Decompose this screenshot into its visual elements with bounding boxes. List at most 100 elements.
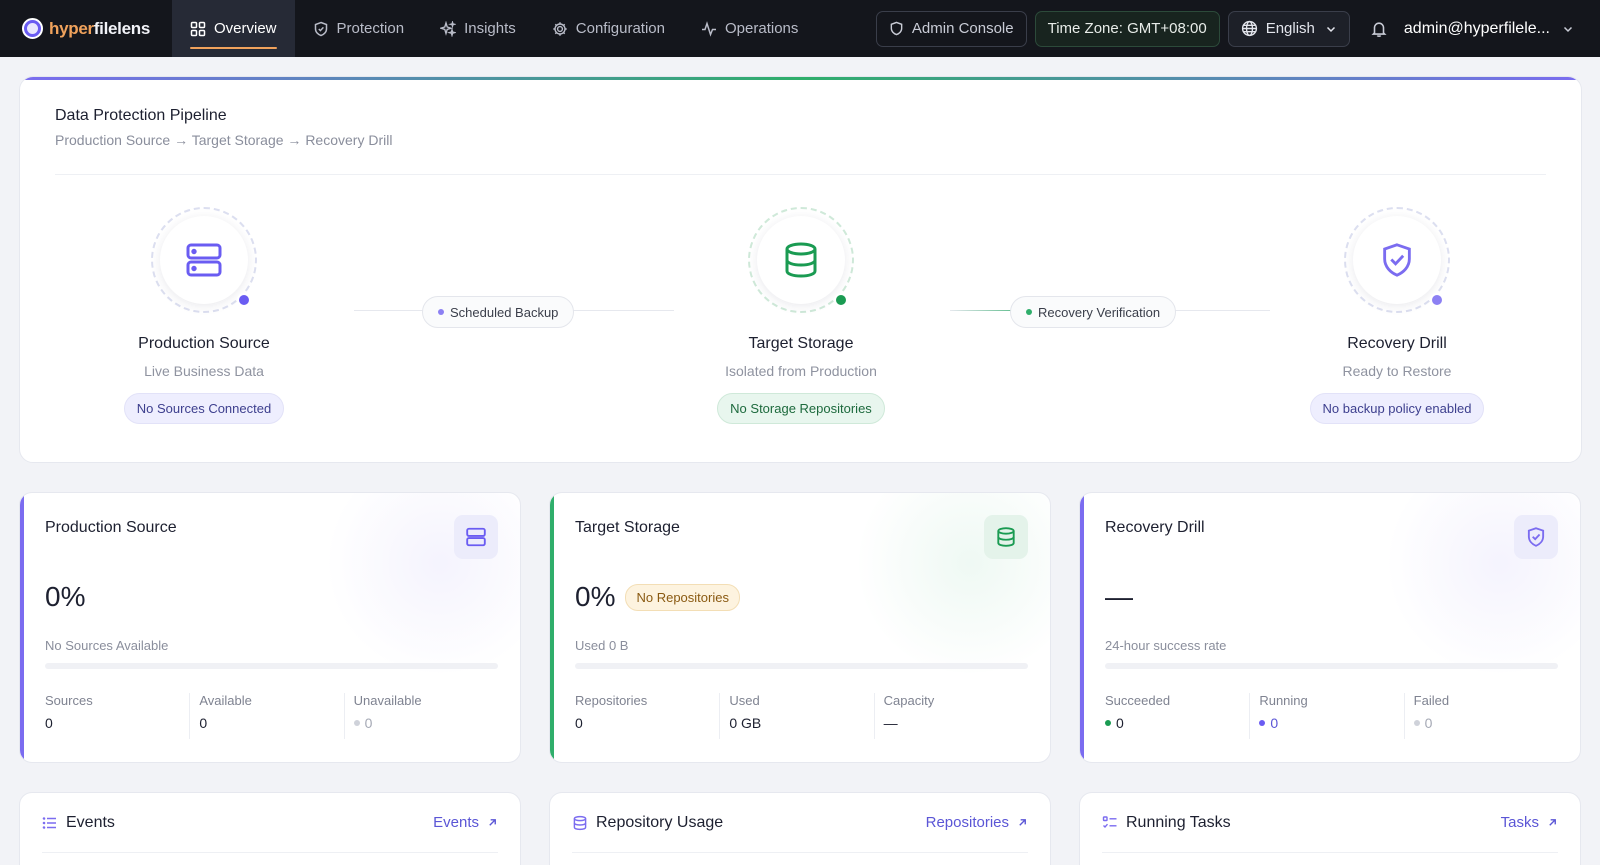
- nav-item-label: Insights: [464, 20, 516, 37]
- nav-item-configuration[interactable]: Configuration: [534, 0, 683, 57]
- active-underline: [190, 47, 277, 49]
- activity-icon: [702, 20, 716, 37]
- data-protection-pipeline-card: Data Protection Pipeline Production Sour…: [19, 76, 1582, 463]
- connector-label: Recovery Verification: [1038, 304, 1161, 320]
- status-dot: [1413, 720, 1420, 726]
- arrow-up-right-icon: [1549, 819, 1556, 826]
- scheduled-backup-pill: Scheduled Backup: [422, 296, 575, 328]
- metric-available: Available 0: [189, 693, 343, 739]
- repositories-link[interactable]: Repositories: [926, 814, 1028, 831]
- language-select[interactable]: English: [1227, 10, 1350, 47]
- pipeline-subtitle: Production Source → Target Storage → Rec…: [55, 132, 393, 148]
- stage-production-source[interactable]: Production Source Live Business Data No …: [54, 207, 354, 424]
- arrow-up-right-icon: [489, 819, 496, 826]
- stage-target-storage[interactable]: Target Storage Isolated from Production …: [651, 207, 951, 424]
- brand-logo-icon: [22, 18, 43, 39]
- main-nav: Overview Protection Insights Configurati…: [172, 0, 816, 57]
- arrow-up-right-icon: [1019, 819, 1026, 826]
- status-badge: No Repositories: [625, 583, 740, 611]
- card-icon-box: [1514, 515, 1558, 559]
- status-dot: [1259, 720, 1266, 726]
- card-title: Recovery Drill: [1105, 519, 1205, 536]
- metric-capacity: Capacity —: [873, 693, 1028, 739]
- status-dot: [438, 309, 444, 315]
- metric-used: Used 0 GB: [719, 693, 873, 739]
- stage-recovery-drill[interactable]: Recovery Drill Ready to Restore No backu…: [1247, 207, 1547, 424]
- status-dot: [834, 293, 848, 307]
- notifications-button[interactable]: [1370, 20, 1388, 38]
- server-icon: [186, 243, 222, 277]
- nav-item-protection[interactable]: Protection: [295, 0, 423, 57]
- recovery-verification-pill: Recovery Verification: [1010, 296, 1177, 328]
- user-email: admin@hyperfilele...: [1403, 19, 1550, 37]
- divider: [55, 174, 1546, 175]
- stage-icon-ring: [748, 207, 854, 313]
- card-title: Repository Usage: [596, 813, 724, 831]
- timezone-button[interactable]: Time Zone: GMT+08:00: [1034, 10, 1220, 47]
- card-metrics: Sources 0 Available 0 Unavailable 0: [45, 693, 498, 739]
- repository-usage-card: Repository Usage Repositories: [549, 792, 1051, 865]
- grid-icon: [190, 21, 206, 36]
- card-title: Running Tasks: [1126, 813, 1231, 831]
- card-value: 0% No Repositories: [575, 581, 740, 613]
- chevron-down-icon: [1563, 26, 1573, 32]
- status-dot: [353, 720, 360, 726]
- shield-check-icon: [1383, 243, 1411, 277]
- status-dot: [1105, 720, 1111, 726]
- card-title: Events: [66, 813, 115, 831]
- nav-item-label: Operations: [725, 20, 799, 37]
- card-accent-bar: [20, 493, 24, 762]
- card-caption: No Sources Available: [45, 638, 169, 653]
- metric-repositories: Repositories 0: [575, 693, 648, 731]
- gear-icon: [553, 21, 567, 36]
- database-icon: [785, 242, 817, 278]
- language-label: English: [1265, 20, 1315, 37]
- status-dot: [1026, 309, 1032, 315]
- tasks-link[interactable]: Tasks: [1501, 814, 1558, 831]
- nav-item-label: Configuration: [575, 20, 665, 37]
- card-value: 0%: [45, 581, 86, 612]
- shield-icon: [314, 21, 327, 36]
- nav-item-label: Protection: [336, 20, 405, 37]
- user-menu[interactable]: admin@hyperfilele...: [1404, 20, 1600, 38]
- shield-icon: [890, 21, 903, 36]
- card-icon-box: [984, 515, 1028, 559]
- stage-name: Target Storage: [748, 335, 854, 352]
- card-icon-box: [454, 515, 498, 559]
- stage-icon-ring: [1344, 207, 1450, 313]
- progress-bar: [45, 663, 498, 669]
- nav-item-insights[interactable]: Insights: [422, 0, 534, 57]
- metric-running: Running 0: [1249, 693, 1403, 739]
- admin-console-label: Admin Console: [911, 20, 1014, 37]
- stage-description: Ready to Restore: [1342, 363, 1452, 379]
- nav-item-overview[interactable]: Overview: [172, 0, 295, 57]
- events-link[interactable]: Events: [433, 814, 498, 831]
- production-source-stat-card[interactable]: Production Source 0% No Sources Availabl…: [19, 492, 521, 763]
- progress-bar: [1105, 663, 1558, 669]
- server-icon: [466, 527, 486, 547]
- stage-description: Isolated from Production: [725, 363, 877, 379]
- card-caption: 24-hour success rate: [1105, 638, 1227, 653]
- database-icon: [997, 527, 1015, 547]
- chevron-down-icon: [1326, 26, 1335, 32]
- connector-label: Scheduled Backup: [450, 304, 559, 320]
- bell-icon: [1371, 21, 1387, 37]
- status-badge: No backup policy enabled: [1309, 393, 1485, 424]
- progress-bar: [575, 663, 1028, 669]
- status-dot: [237, 293, 251, 307]
- metric-sources: Sources 0: [45, 693, 93, 731]
- header-actions: Admin Console Time Zone: GMT+08:00 Engli…: [875, 0, 1600, 57]
- metric-failed: Failed 0: [1403, 693, 1558, 739]
- running-tasks-card: Running Tasks Tasks: [1079, 792, 1581, 865]
- recovery-drill-stat-card[interactable]: Recovery Drill — 24-hour success rate Su…: [1079, 492, 1581, 763]
- nav-item-operations[interactable]: Operations: [683, 0, 816, 57]
- card-title: Production Source: [45, 519, 177, 536]
- timezone-label: Time Zone: GMT+08:00: [1047, 20, 1207, 37]
- status-dot: [1430, 293, 1444, 307]
- card-title: Target Storage: [575, 519, 680, 536]
- stage-icon-ring: [151, 207, 257, 313]
- admin-console-button[interactable]: Admin Console: [875, 10, 1027, 47]
- target-storage-stat-card[interactable]: Target Storage 0% No Repositories Used 0…: [549, 492, 1051, 763]
- pipeline-accent-line: [20, 77, 1581, 80]
- brand[interactable]: hyperfilelens: [0, 18, 172, 39]
